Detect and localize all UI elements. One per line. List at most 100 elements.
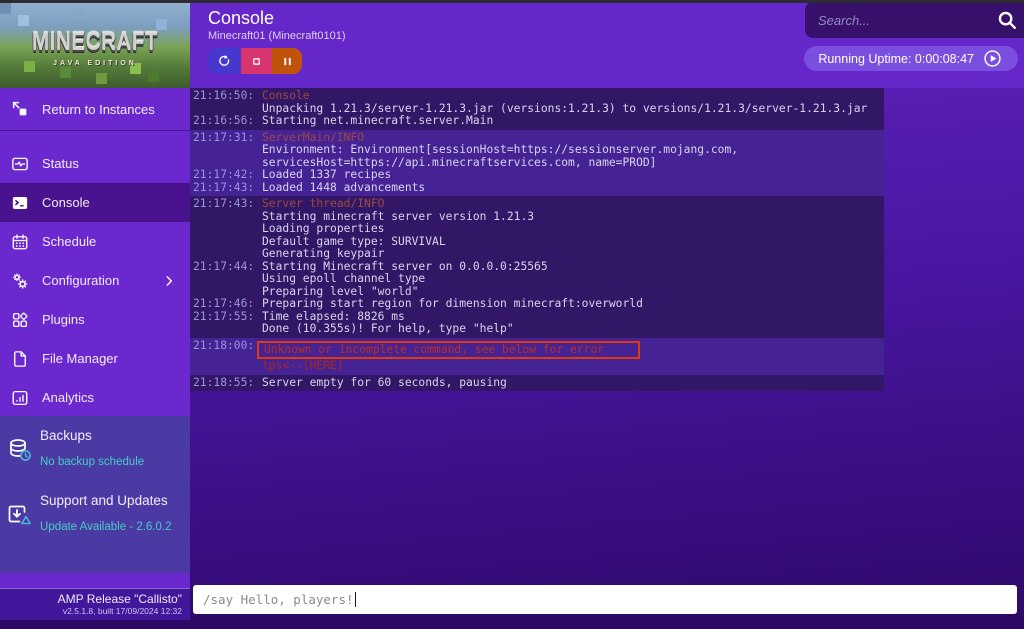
log-line: 21:18:55: Server empty for 60 seconds, pa… [193,377,884,390]
log-message: Environment: Environment[sessionHost=htt… [262,144,738,157]
sidebar-item-label: File Manager [42,351,118,366]
page-header: Console Minecraft01 (Minecraft0101) [190,3,1024,88]
log-line: Loading properties [193,223,884,236]
configuration-icon [11,272,29,290]
log-line: 21:18:00:Unknown or incomplete command, … [193,340,884,361]
sidebar-item-configuration[interactable]: Configuration [0,261,190,300]
chevron-right-icon [162,274,176,288]
log-message: Server thread/INFO [262,198,384,211]
sidebar-item-support-updates[interactable]: Support and Updates Update Available - 2… [0,481,190,546]
log-line: 21:17:43:Server thread/INFO [193,198,884,211]
sidebar: MINECRAFT JAVA EDITION Return to Instanc… [0,3,190,588]
log-timestamp: 21:17:55: [193,311,254,324]
log-timestamp: 21:17:43: [193,182,254,195]
play-circle-icon[interactable] [983,49,1002,68]
sidebar-item-label: Analytics [42,390,94,405]
log-timestamp: 21:17:42: [193,169,254,182]
log-timestamp: 21:16:56: [193,115,254,128]
log-line: 21:16:56: Starting net.minecraft.server.M… [193,115,884,128]
log-line: 21:17:46:Preparing start region for dime… [193,298,884,311]
console-icon [11,194,29,212]
log-timestamp [193,223,254,236]
support-updates-icon [7,502,33,528]
log-line: Using epoll channel type [193,273,884,286]
instance-subtitle: Minecraft01 (Minecraft0101) [208,30,346,42]
sidebar-item-label: Console [42,195,90,210]
search-input[interactable] [805,13,996,28]
log-message: Using epoll channel type [262,273,425,286]
log-timestamp [193,360,254,373]
command-input[interactable]: /say Hello, players! [193,585,1017,614]
log-message: tps<--[HERE] [262,360,344,373]
log-line: tps<--[HERE] [193,360,884,373]
file-manager-icon [11,350,29,368]
log-line: Environment: Environment[sessionHost=htt… [193,144,884,157]
plugins-icon [11,311,29,329]
log-timestamp: 21:18:55: [193,377,254,390]
sidebar-item-label: Schedule [42,234,96,249]
log-timestamp [193,236,254,249]
sidebar-nav: Return to Instances Status [0,88,190,417]
console-area: 21:16:50:ConsoleUnpacking 1.21.3/server-… [190,88,1024,585]
sidebar-item-analytics[interactable]: Analytics [0,378,190,417]
sidebar-item-label: Backups [40,428,92,443]
log-timestamp [193,273,254,286]
return-to-instances-icon [11,100,29,118]
analytics-icon [11,389,29,407]
backups-database-icon [7,437,33,463]
log-line: Generating keypair [193,248,884,261]
log-message: Loaded 1337 recipes [262,169,391,182]
sidebar-item-return-to-instances[interactable]: Return to Instances [0,88,190,131]
page-title: Console [208,8,274,29]
pause-icon [281,55,294,68]
log-timestamp: 21:17:31: [193,132,254,145]
log-timestamp: 21:17:44: [193,261,254,274]
log-block: 21:18:00:Unknown or incomplete command, … [190,338,884,375]
pause-button[interactable] [272,48,302,74]
log-message: Done (10.355s)! For help, type "help" [262,323,514,336]
log-timestamp [193,144,254,157]
log-message: Preparing start region for dimension min… [262,298,643,311]
command-text: /say Hello, players! [203,592,354,607]
log-message: Server empty for 60 seconds, pausing [262,377,507,390]
backup-status-text: No backup schedule [40,456,182,468]
logo-pixel-art [0,3,11,14]
sidebar-item-status[interactable]: Status [0,144,190,183]
log-message: Loaded 1448 advancements [262,182,425,195]
search-box[interactable] [805,2,1024,38]
schedule-icon [11,233,29,251]
stop-button[interactable] [241,48,272,74]
log-block: 21:17:31:ServerMain/INFOEnvironment: Env… [190,130,884,197]
sidebar-item-plugins[interactable]: Plugins [0,300,190,339]
server-control-buttons [208,48,302,74]
sidebar-item-schedule[interactable]: Schedule [0,222,190,261]
sidebar-item-file-manager[interactable]: File Manager [0,339,190,378]
command-bar: /say Hello, players! [190,585,1024,614]
amp-build-label: v2.5.1.8, built 17/09/2024 12:32 [0,606,182,616]
search-icon[interactable] [996,9,1018,31]
log-line: 21:16:50:Console [193,90,884,103]
sidebar-item-label: Status [42,156,79,171]
sidebar-item-console[interactable]: Console [0,183,190,222]
amp-release-label: AMP Release "Callisto" [0,593,182,606]
amp-version-footer: AMP Release "Callisto" v2.5.1.8, built 1… [0,588,190,620]
sidebar-item-label: Plugins [42,312,85,327]
running-uptime-badge[interactable]: Running Uptime: 0:00:08:47 [804,46,1018,71]
sidebar-item-backups[interactable]: Backups No backup schedule [0,416,190,481]
log-message: Loading properties [262,223,384,236]
log-timestamp [193,248,254,261]
log-line: Done (10.355s)! For help, type "help" [193,323,884,336]
sidebar-item-label: Configuration [42,273,119,288]
console-log[interactable]: 21:16:50:ConsoleUnpacking 1.21.3/server-… [190,88,884,391]
status-icon [11,155,29,173]
text-caret [355,592,357,607]
restart-button[interactable] [208,48,241,74]
window-top-strip [0,0,1024,3]
log-message: Console [262,90,310,103]
amp-panel: MINECRAFT JAVA EDITION Return to Instanc… [0,0,1024,629]
update-status-text: Update Available - 2.6.0.2 [40,521,182,533]
log-block: 21:16:50:ConsoleUnpacking 1.21.3/server-… [190,88,884,130]
uptime-text: Running Uptime: 0:00:08:47 [818,52,974,66]
log-message: Starting net.minecraft.server.Main [262,115,493,128]
sidebar-item-label: Support and Updates [40,493,168,508]
